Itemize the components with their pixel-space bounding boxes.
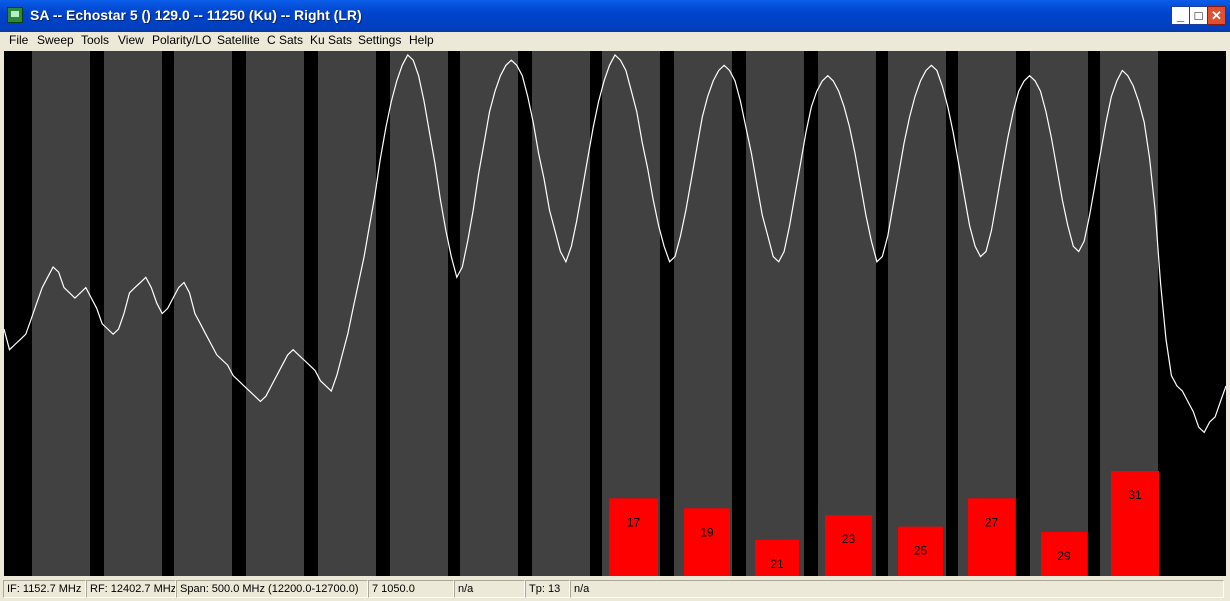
channel-band xyxy=(174,51,232,576)
status-cell-5: n/a xyxy=(454,580,525,598)
maximize-button[interactable]: □ xyxy=(1189,6,1208,25)
menu-bar: File Sweep Tools View Polarity/LO Satell… xyxy=(0,32,1230,50)
channel-band xyxy=(104,51,162,576)
menu-polarity-lo[interactable]: Polarity/LO xyxy=(152,33,211,47)
status-span: Span: 500.0 MHz (12200.0-12700.0) xyxy=(176,580,368,598)
channel-band xyxy=(532,51,590,576)
channel-band xyxy=(246,51,304,576)
menu-settings[interactable]: Settings xyxy=(358,33,401,47)
channel-band xyxy=(818,51,876,576)
status-bar: IF: 1152.7 MHz RF: 12402.7 MHz Span: 500… xyxy=(0,578,1230,601)
signal-bar-label: 31 xyxy=(1128,488,1142,502)
menu-sweep[interactable]: Sweep xyxy=(37,33,74,47)
app-icon[interactable] xyxy=(7,7,23,23)
signal-bar-label: 19 xyxy=(700,525,714,539)
channel-band xyxy=(674,51,732,576)
channel-band xyxy=(602,51,660,576)
channel-band xyxy=(318,51,376,576)
spectrum-chart: 17 19 21 23 25 27 29 31 xyxy=(4,51,1226,576)
menu-file[interactable]: File xyxy=(9,33,28,47)
channel-band xyxy=(32,51,90,576)
minimize-button[interactable]: _ xyxy=(1171,6,1190,25)
signal-bar-label: 27 xyxy=(985,515,999,529)
channel-band xyxy=(746,51,804,576)
signal-bar-17[interactable] xyxy=(609,498,658,576)
signal-bar-27[interactable] xyxy=(968,498,1015,576)
menu-ku-sats[interactable]: Ku Sats xyxy=(310,33,352,47)
signal-bar-label: 29 xyxy=(1057,549,1071,563)
signal-bar-label: 23 xyxy=(842,532,856,546)
signal-bar-label: 17 xyxy=(627,515,641,529)
menu-c-sats[interactable]: C Sats xyxy=(267,33,303,47)
channel-band xyxy=(958,51,1016,576)
status-if: IF: 1152.7 MHz xyxy=(3,580,86,598)
status-cell-4: 7 1050.0 xyxy=(368,580,454,598)
menu-satellite[interactable]: Satellite xyxy=(217,33,260,47)
channel-band xyxy=(460,51,518,576)
status-cell-7: n/a xyxy=(570,580,1224,598)
channel-band xyxy=(1030,51,1088,576)
signal-bar-label: 25 xyxy=(914,544,928,558)
status-rf: RF: 12402.7 MHz xyxy=(86,580,176,598)
close-button[interactable]: ✕ xyxy=(1207,6,1226,25)
menu-help[interactable]: Help xyxy=(409,33,434,47)
status-tp: Tp: 13 xyxy=(525,580,570,598)
title-bar[interactable]: SA -- Echostar 5 () 129.0 -- 11250 (Ku) … xyxy=(0,0,1230,32)
spectrum-plot[interactable]: 17 19 21 23 25 27 29 31 xyxy=(4,51,1226,576)
channel-band xyxy=(390,51,448,576)
signal-bar-19[interactable] xyxy=(684,508,730,576)
window-title: SA -- Echostar 5 () 129.0 -- 11250 (Ku) … xyxy=(30,7,362,23)
signal-bar-31[interactable] xyxy=(1111,471,1159,576)
menu-tools[interactable]: Tools xyxy=(81,33,109,47)
channel-band xyxy=(888,51,946,576)
signal-bar-label: 21 xyxy=(770,557,784,571)
menu-view[interactable]: View xyxy=(118,33,144,47)
